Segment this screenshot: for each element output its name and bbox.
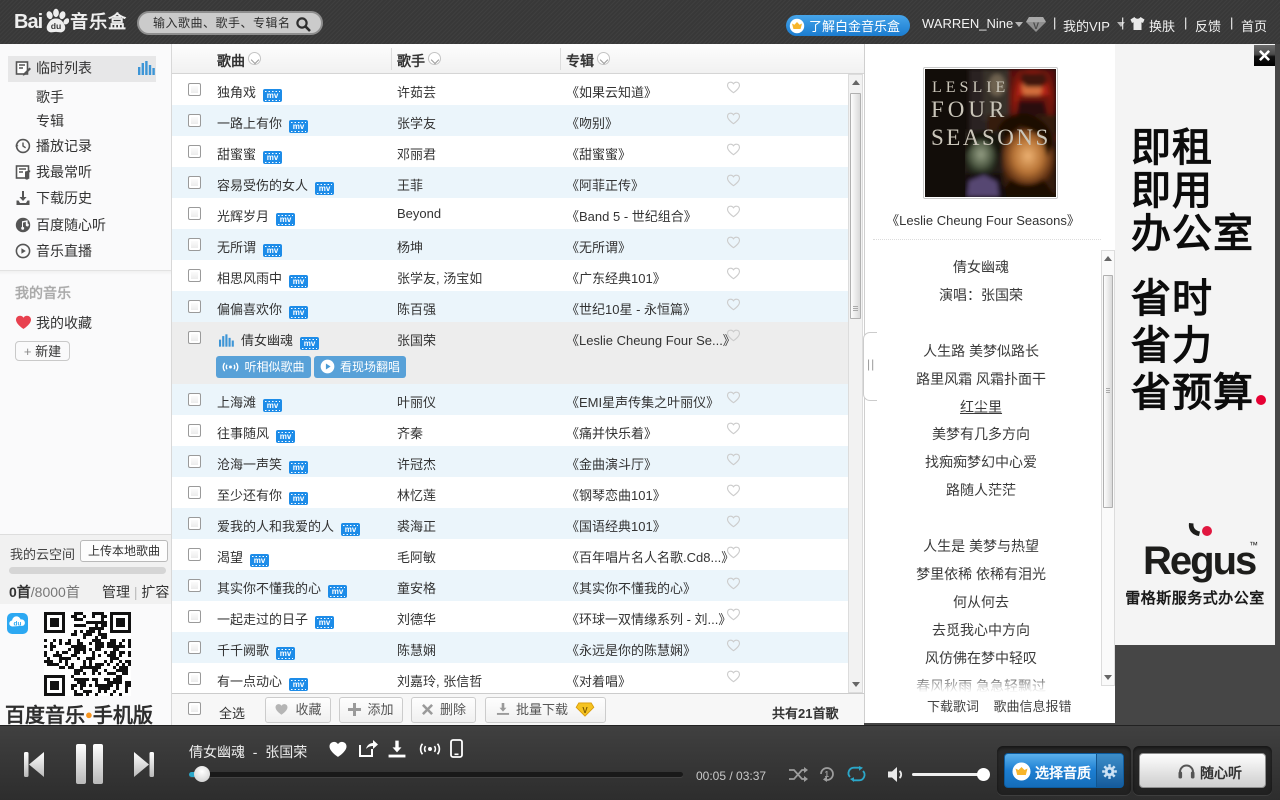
svg-text:FOUR: FOUR xyxy=(931,97,1008,122)
svg-text:LESLIE: LESLIE xyxy=(932,79,1009,96)
svg-text:du: du xyxy=(14,621,22,628)
svg-text:SEASONS: SEASONS xyxy=(931,125,1051,150)
svg-text:1: 1 xyxy=(825,770,830,779)
svg-text:™: ™ xyxy=(1249,540,1258,550)
svg-text:V: V xyxy=(1033,21,1039,31)
svg-text:Regus: Regus xyxy=(1143,539,1256,583)
svg-text:V: V xyxy=(582,706,588,715)
